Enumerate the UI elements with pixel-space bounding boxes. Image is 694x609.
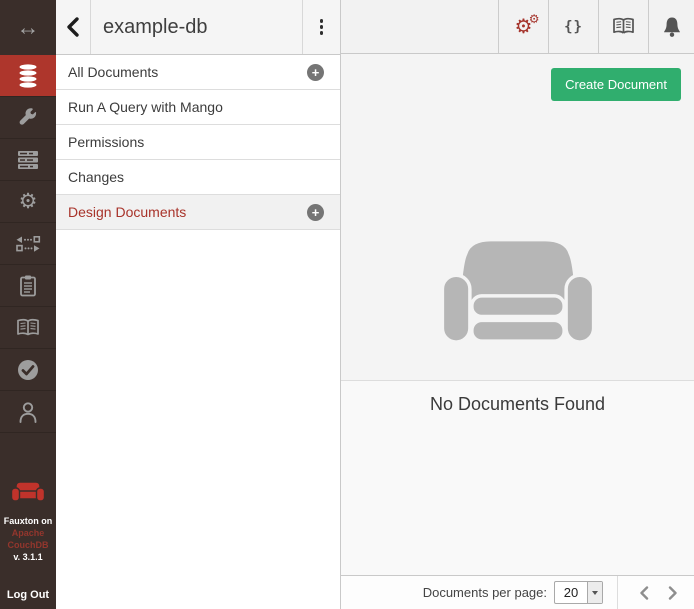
person-icon xyxy=(17,401,39,423)
menu-item-label: Permissions xyxy=(68,134,144,150)
notifications-button[interactable] xyxy=(648,0,694,53)
topbar-spacer xyxy=(341,0,498,53)
database-title: example-db xyxy=(103,16,208,39)
chevron-right-icon xyxy=(668,586,678,600)
sidebar-item-account[interactable] xyxy=(0,391,56,433)
empty-state-upper: Create Document xyxy=(341,54,694,381)
sidebar-item-configuration[interactable]: ⚙ xyxy=(0,181,56,223)
collapse-sidebar-button[interactable]: ↔ xyxy=(0,0,56,55)
empty-state-message: No Documents Found xyxy=(341,394,694,415)
documents-view: Create Document No Documents Found xyxy=(341,54,694,575)
database-header: example-db xyxy=(56,0,340,55)
json-braces-icon: {} xyxy=(564,19,583,35)
menu-item-changes[interactable]: Changes xyxy=(56,160,340,195)
sidebar-item-setup[interactable] xyxy=(0,97,56,139)
clipboard-icon xyxy=(18,274,38,298)
kebab-dot xyxy=(320,31,324,35)
menu-item-all-documents[interactable]: All Documents + xyxy=(56,55,340,90)
per-page-select[interactable]: 20 xyxy=(554,581,603,604)
content-area: ⚙⚙ {} xyxy=(341,0,694,609)
sidebar-item-replication[interactable] xyxy=(0,223,56,265)
admin-party-button[interactable]: ⚙⚙ xyxy=(498,0,548,53)
fauxton-app: ↔ xyxy=(0,0,694,609)
brand-version: v. 3.1.1 xyxy=(0,551,56,563)
menu-item-permissions[interactable]: Permissions xyxy=(56,125,340,160)
open-book-icon xyxy=(611,17,636,36)
sidebar-item-verify[interactable] xyxy=(0,349,56,391)
next-page-button[interactable] xyxy=(660,580,686,606)
sidebar-item-databases[interactable] xyxy=(0,55,56,97)
replication-icon xyxy=(15,235,41,253)
database-menu: All Documents + Run A Query with Mango P… xyxy=(56,55,340,230)
brand-couchdb-link[interactable]: CouchDB xyxy=(0,539,56,551)
fauxton-brand: Fauxton on Apache CouchDB v. 3.1.1 Log O… xyxy=(0,479,56,609)
menu-item-label: Run A Query with Mango xyxy=(68,99,223,115)
brand-apache-link[interactable]: Apache xyxy=(0,527,56,539)
brand-line-1: Fauxton on xyxy=(0,515,56,527)
logout-link[interactable]: Log Out xyxy=(0,589,56,601)
menu-item-label: Changes xyxy=(68,169,124,185)
gear-icon: ⚙ xyxy=(19,191,38,212)
database-icon xyxy=(16,63,40,89)
sidebar-item-active-docs[interactable] xyxy=(0,265,56,307)
per-page-label: Documents per page: xyxy=(423,585,547,600)
database-title-wrap: example-db xyxy=(90,0,302,54)
empty-couch-illustration xyxy=(439,236,597,344)
active-tasks-icon xyxy=(17,150,39,170)
documentation-button[interactable] xyxy=(598,0,648,53)
content-topbar: ⚙⚙ {} xyxy=(341,0,694,54)
kebab-dot xyxy=(320,19,324,23)
menu-item-label: Design Documents xyxy=(68,204,186,220)
back-button[interactable] xyxy=(56,0,90,54)
select-caret-icon xyxy=(587,582,602,603)
wrench-icon xyxy=(17,107,39,129)
add-design-document-button[interactable]: + xyxy=(307,204,324,221)
database-options-menu-button[interactable] xyxy=(302,0,340,54)
create-document-button[interactable]: Create Document xyxy=(551,68,681,101)
per-page-value: 20 xyxy=(555,582,587,603)
json-api-button[interactable]: {} xyxy=(548,0,598,53)
footer-divider xyxy=(617,576,618,609)
empty-state-lower: No Documents Found xyxy=(341,381,694,575)
add-document-button[interactable]: + xyxy=(307,64,324,81)
chevron-left-icon xyxy=(64,16,82,38)
sidebar-item-active-tasks[interactable] xyxy=(0,139,56,181)
sidebar-item-documentation[interactable] xyxy=(0,307,56,349)
kebab-dot xyxy=(320,25,324,29)
menu-item-label: All Documents xyxy=(68,64,158,80)
open-book-icon xyxy=(15,318,41,338)
chevron-left-icon xyxy=(639,586,649,600)
menu-item-mango-query[interactable]: Run A Query with Mango xyxy=(56,90,340,125)
menu-item-design-documents[interactable]: Design Documents + xyxy=(56,195,340,230)
main-nav-sidebar: ↔ xyxy=(0,0,56,609)
admin-gears-icon: ⚙⚙ xyxy=(515,17,533,37)
check-circle-icon xyxy=(16,358,40,382)
horizontal-arrows-icon: ↔ xyxy=(17,14,40,41)
couchdb-logo-icon xyxy=(9,479,47,505)
database-panel: example-db All Documents + Run A Query w… xyxy=(56,0,341,609)
previous-page-button[interactable] xyxy=(631,580,657,606)
bell-icon xyxy=(662,16,682,38)
pagination-footer: Documents per page: 20 xyxy=(341,575,694,609)
